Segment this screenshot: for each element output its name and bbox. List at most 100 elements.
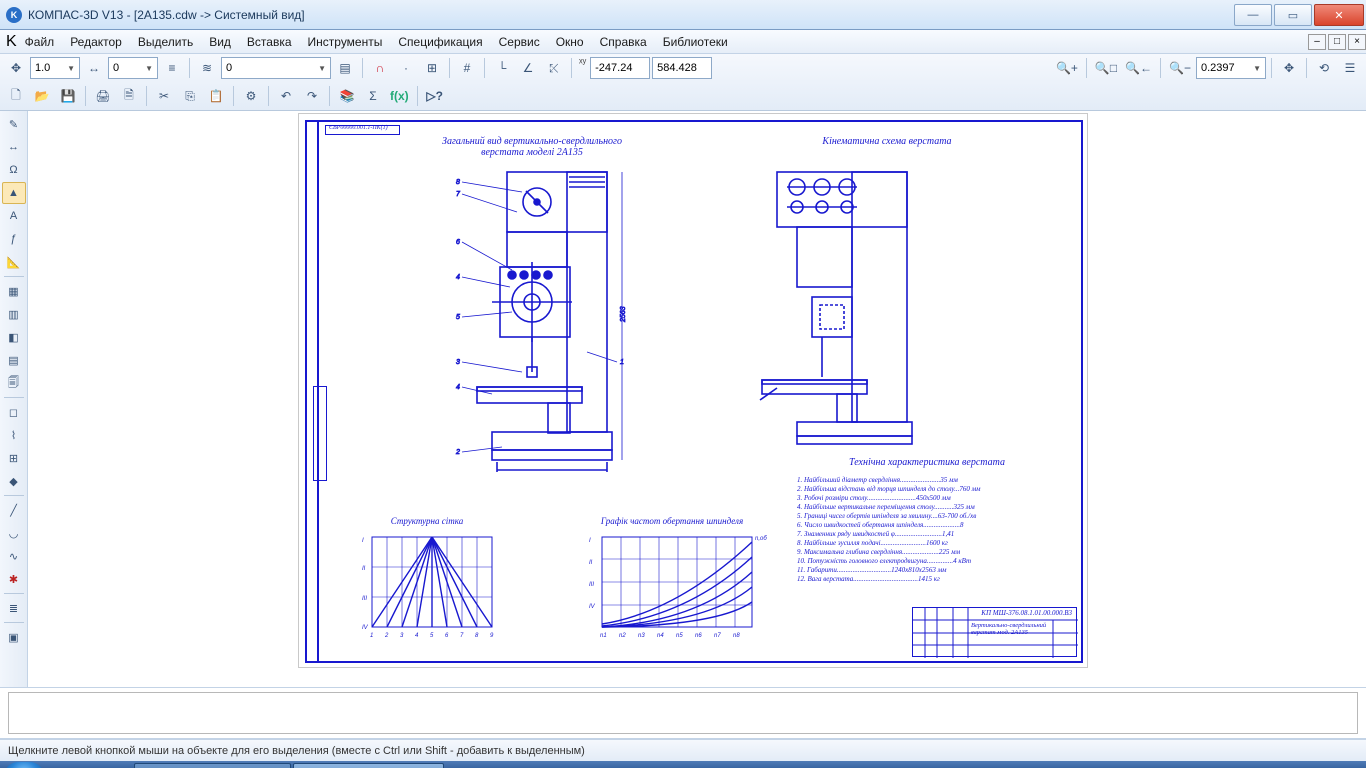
spec-3: 3. Робочі розміри столу.................… (797, 494, 951, 502)
start-button[interactable] (4, 762, 44, 768)
zoom-out-icon[interactable]: 🔍− (1166, 56, 1194, 80)
tool-stamp-icon[interactable]: ▣ (2, 626, 26, 648)
chart-title: Графік частот обертання шпинделя (582, 517, 762, 527)
tree-icon[interactable]: ☰ (1338, 56, 1362, 80)
quick-ie-icon[interactable]: e (50, 763, 76, 768)
scale-combo[interactable]: 1.0▼ (30, 57, 80, 79)
tool-macro-icon[interactable]: ◆ (2, 470, 26, 492)
menu-file[interactable]: Файл (17, 32, 63, 52)
pan-icon[interactable]: ✥ (1277, 56, 1301, 80)
zoom-in-icon[interactable]: 🔍+ (1053, 56, 1081, 80)
tool-point2-icon[interactable]: ✱ (2, 568, 26, 590)
palette-icon[interactable]: ▤ (333, 56, 357, 80)
menu-spec[interactable]: Спецификация (390, 32, 490, 52)
tool-edit-icon[interactable]: ▲ (2, 182, 26, 204)
step-icon[interactable]: ↔ (82, 56, 106, 80)
snap-grid-icon[interactable]: ⊞ (420, 56, 444, 80)
tool-layers-icon[interactable]: ≣ (2, 597, 26, 619)
copy-icon[interactable]: ⎘ (178, 84, 202, 108)
taskbar-item-1[interactable]: K КОМПАС-3D V13 - [... (293, 763, 444, 768)
command-input[interactable] (8, 692, 1358, 734)
tool-table-icon[interactable]: ▥ (2, 303, 26, 325)
zoom-combo[interactable]: 0.2397▼ (1196, 57, 1266, 79)
undo-icon[interactable]: ↶ (274, 84, 298, 108)
menu-insert[interactable]: Вставка (239, 32, 300, 52)
print-icon[interactable]: 🖨 (91, 84, 115, 108)
menu-window[interactable]: Окно (548, 32, 592, 52)
tool-select-icon[interactable]: ◻ (2, 401, 26, 423)
paste-icon[interactable]: 📋 (204, 84, 228, 108)
svg-text:n5: n5 (676, 633, 683, 639)
minimize-button[interactable]: — (1234, 4, 1272, 26)
step-combo[interactable]: 0▼ (108, 57, 158, 79)
svg-text:6: 6 (456, 239, 460, 246)
menu-tools[interactable]: Инструменты (300, 32, 391, 52)
menu-help[interactable]: Справка (592, 32, 655, 52)
spec-5: 5. Границі чисел обертів шпінделя за хви… (797, 512, 976, 520)
menu-editor[interactable]: Редактор (62, 32, 130, 52)
layers-icon[interactable]: ≡ (160, 56, 184, 80)
spec-title: Технічна характеристика верстата (827, 457, 1027, 468)
magnet-icon[interactable]: ∩ (368, 56, 392, 80)
rebuild-icon[interactable]: ⟲ (1312, 56, 1336, 80)
tool-spline-icon[interactable]: ∿ (2, 545, 26, 567)
tool-text-icon[interactable]: A (2, 205, 26, 227)
tool-measure-icon[interactable]: 📐 (2, 251, 26, 273)
zoom-window-icon[interactable]: 🔍□ (1092, 56, 1120, 80)
tool-group-icon[interactable]: ⊞ (2, 447, 26, 469)
fit-icon[interactable]: ✥ (4, 56, 28, 80)
coord-x[interactable]: -247.24 (590, 57, 650, 79)
snap-point-icon[interactable]: · (394, 56, 418, 80)
tool-arc-icon[interactable]: ◡ (2, 522, 26, 544)
new-icon[interactable]: 🗋 (4, 84, 28, 108)
ortho-icon[interactable]: └ (490, 56, 514, 80)
mdi-restore[interactable]: □ (1328, 34, 1346, 50)
zoom-prev-icon[interactable]: 🔍← (1122, 56, 1155, 80)
view2-drawing (742, 162, 942, 452)
tool-break-icon[interactable]: ⌇ (2, 424, 26, 446)
taskbar-item-0[interactable]: 🌐 Freelance.Ru / Настр... (134, 763, 291, 768)
redo-icon[interactable]: ↷ (300, 84, 324, 108)
tool-report-icon[interactable]: 🗐 (2, 372, 26, 394)
tool-dimension-icon[interactable]: ↔ (2, 136, 26, 158)
canvas[interactable]: ЄВР00000.001.1-ПК(1) Загальний вид верти… (28, 111, 1366, 687)
menu-libs[interactable]: Библиотеки (655, 32, 736, 52)
tool-geometry-icon[interactable]: ✎ (2, 113, 26, 135)
tool-param-icon[interactable]: ƒ (2, 228, 26, 250)
svg-text:4: 4 (456, 384, 460, 391)
angle-icon[interactable]: ∠ (516, 56, 540, 80)
line-style-icon[interactable]: ≋ (195, 56, 219, 80)
coord-box: ˣʸ -247.24 584.428 (577, 57, 712, 79)
local-cs-icon[interactable]: ⤪ (542, 56, 566, 80)
mdi-minimize[interactable]: – (1308, 34, 1326, 50)
close-button[interactable]: ✕ (1314, 4, 1364, 26)
tool-hatch-icon[interactable]: ▦ (2, 280, 26, 302)
quick-mail-icon[interactable]: ✉ (106, 763, 132, 768)
maximize-button[interactable]: ▭ (1274, 4, 1312, 26)
style-combo[interactable]: 0▼ (221, 57, 331, 79)
quick-explorer-icon[interactable]: 📁 (78, 763, 104, 768)
tool-symbols-icon[interactable]: Ω (2, 159, 26, 181)
props-icon[interactable]: ⚙ (239, 84, 263, 108)
cut-icon[interactable]: ✂ (152, 84, 176, 108)
variables-icon[interactable]: Σ (361, 84, 385, 108)
whats-this-icon[interactable]: ▷? (423, 84, 447, 108)
tool-views-icon[interactable]: ◧ (2, 326, 26, 348)
tool-line-icon[interactable]: ╱ (2, 499, 26, 521)
open-icon[interactable]: 📂 (30, 84, 54, 108)
app-icon: K (6, 7, 22, 23)
menu-view[interactable]: Вид (201, 32, 239, 52)
toolbars: ✥ 1.0▼ ↔ 0▼ ≡ ≋ 0▼ ▤ ∩ · ⊞ # └ ∠ ⤪ ˣʸ -2… (0, 54, 1366, 111)
grid-icon[interactable]: # (455, 56, 479, 80)
save-icon[interactable]: 💾 (56, 84, 80, 108)
library-icon[interactable]: 📚 (335, 84, 359, 108)
menu-service[interactable]: Сервис (491, 32, 548, 52)
preview-icon[interactable]: 🗎 (117, 84, 141, 108)
toolbar-row-2: 🗋 📂 💾 🖨 🗎 ✂ ⎘ 📋 ⚙ ↶ ↷ 📚 Σ f(x) ▷? (0, 82, 1366, 110)
mdi-close[interactable]: × (1348, 34, 1366, 50)
fx-icon[interactable]: f(x) (387, 84, 412, 108)
coord-y[interactable]: 584.428 (652, 57, 712, 79)
tool-spec-icon[interactable]: ▤ (2, 349, 26, 371)
window-controls: — ▭ ✕ (1234, 0, 1366, 29)
menu-select[interactable]: Выделить (130, 32, 201, 52)
